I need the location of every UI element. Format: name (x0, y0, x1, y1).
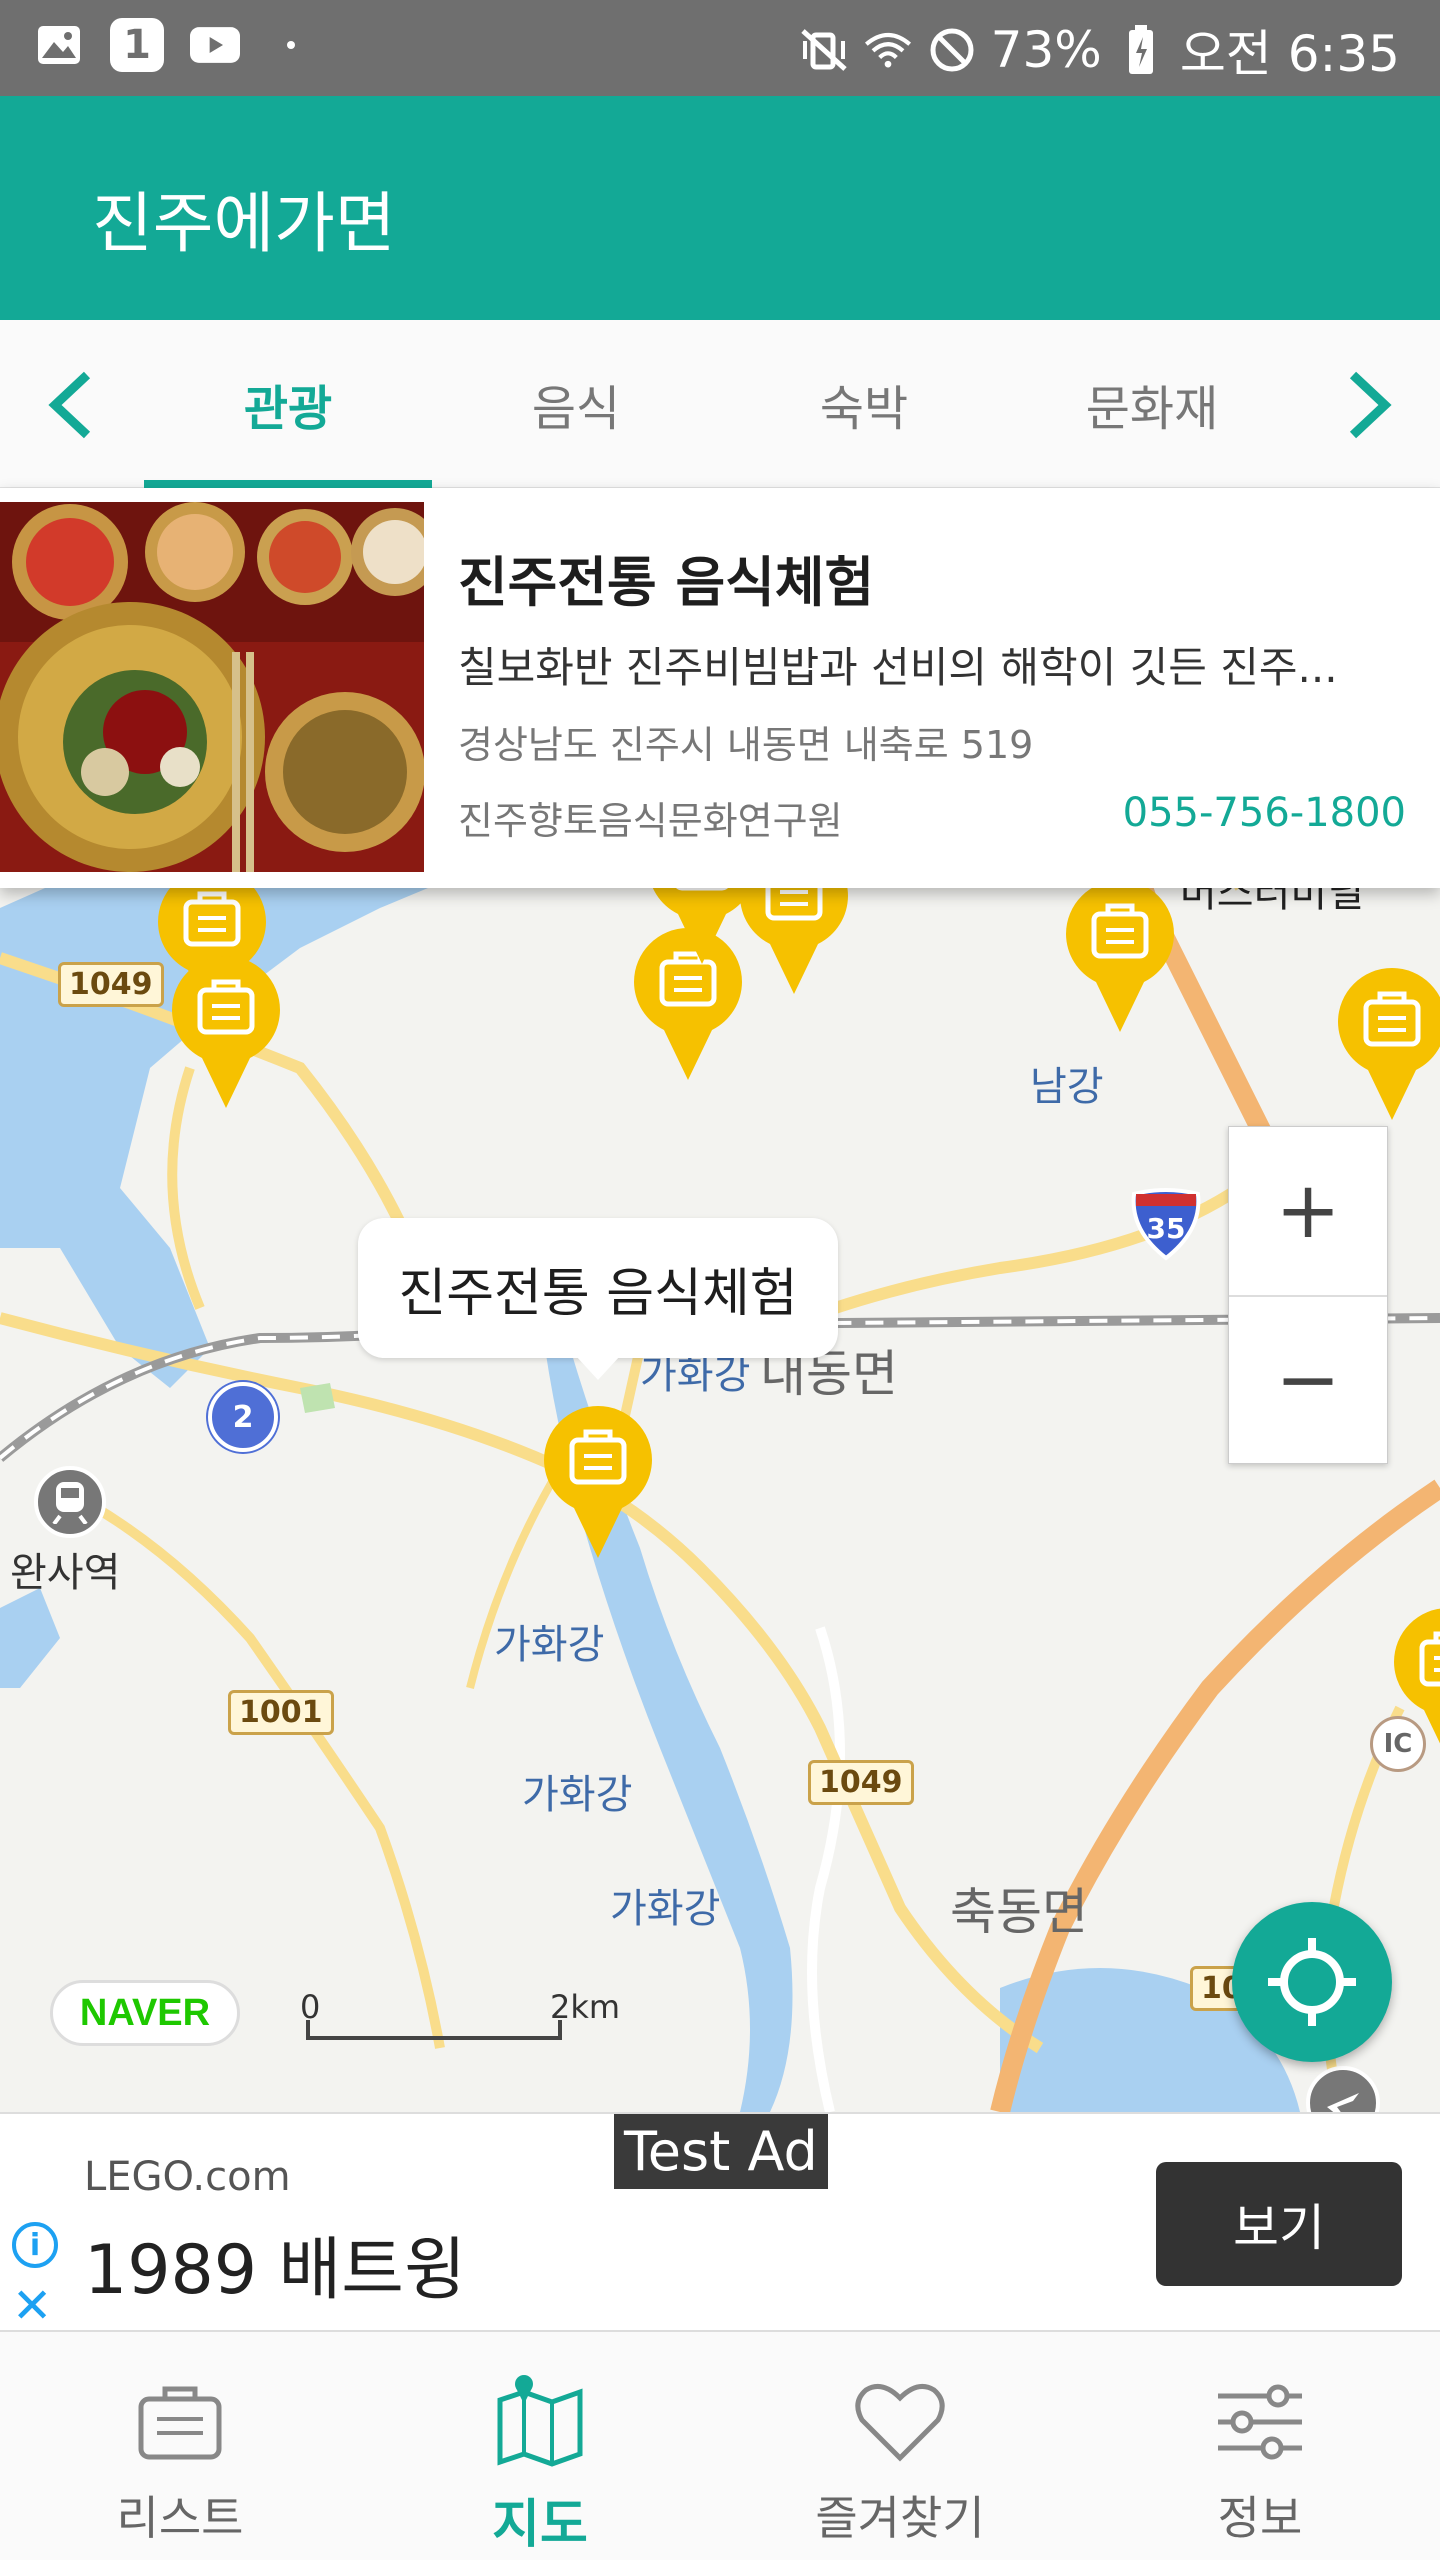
mute-vibrate-icon (799, 25, 849, 75)
plus-icon: + (1275, 1166, 1341, 1256)
heart-icon (850, 2372, 950, 2472)
minus-icon: − (1275, 1335, 1341, 1425)
tab-next-button[interactable] (1330, 360, 1410, 450)
tab-lodging[interactable]: 숙박 (720, 320, 1008, 488)
tab-tourism[interactable]: 관광 (144, 320, 432, 488)
marker-callout-label: 진주전통 음식체험 (398, 1263, 798, 1324)
place-address: 경상남도 진주시 내동면 내축로 519 (458, 723, 1034, 767)
notification-count-badge: 1 (110, 18, 164, 72)
nav-list[interactable]: 리스트 (0, 2332, 360, 2560)
zoom-controls: + − (1228, 1126, 1388, 1464)
tab-tourism-label: 관광 (243, 381, 333, 437)
zoom-out-button[interactable]: − (1229, 1295, 1387, 1463)
nav-map-label: 지도 (492, 2495, 588, 2555)
interstate-shield: 35 (1128, 1186, 1204, 1262)
category-tabs: 관광 음식 숙박 문화재 (0, 320, 1440, 488)
place-organization: 진주향토음식문화연구원 (458, 799, 843, 843)
district-label-chukdong: 축동면 (950, 1883, 1088, 1941)
station-label: 완사역 (10, 1550, 121, 1596)
ad-info-icon[interactable]: i (12, 2222, 58, 2268)
place-phone-link[interactable]: 055-756-1800 (1123, 790, 1406, 836)
chevron-left-icon (48, 371, 91, 439)
battery-percent: 73% (990, 21, 1102, 79)
dot-icon (266, 20, 316, 70)
ad-close-icon[interactable]: ✕ (12, 2278, 52, 2334)
briefcase-icon (130, 2372, 230, 2472)
road-number-1049: 1049 (58, 962, 164, 1007)
status-bar: 1 73% 오전 6:35 (0, 0, 1440, 96)
place-name: 진주전통 음식체험 (458, 551, 875, 614)
nav-info[interactable]: 정보 (1080, 2332, 1440, 2560)
marker-callout[interactable]: 진주전통 음식체험 (358, 1218, 838, 1380)
tab-prev-button[interactable] (30, 360, 110, 450)
ic-badge: IC (1370, 1716, 1426, 1772)
place-info-card[interactable]: 진주전통 음식체험 칠보화반 진주비빔밥과 선비의 해학이 깃든 진주... 경… (0, 488, 1440, 888)
train-station-icon (34, 1466, 106, 1538)
ad-cta-button[interactable]: 보기 (1156, 2162, 1402, 2286)
road-number-1001: 1001 (228, 1690, 334, 1735)
chevron-right-icon (1349, 371, 1392, 439)
river-label-namgang: 남강 (1030, 1064, 1104, 1110)
ad-cta-label: 보기 (1233, 2199, 1325, 2257)
national-road-shield: 2 (208, 1382, 278, 1452)
river-label: 가화강 (610, 1886, 721, 1932)
scale-bar (306, 2020, 562, 2040)
wifi-icon (863, 25, 913, 75)
map-icon (490, 2372, 590, 2472)
scale-start-label: 0 (300, 1988, 321, 2026)
nav-favorites[interactable]: 즐겨찾기 (720, 2332, 1080, 2560)
bottom-navigation: 리스트 지도 즐겨찾기 정보 (0, 2332, 1440, 2560)
nav-list-label: 리스트 (116, 2491, 244, 2545)
tab-food-label: 음식 (531, 381, 621, 437)
zoom-in-button[interactable]: + (1229, 1127, 1387, 1295)
nav-info-label: 정보 (1217, 2491, 1303, 2545)
block-icon (927, 25, 977, 75)
nav-favorites-label: 즐겨찾기 (815, 2491, 985, 2545)
road-number-1049: 1049 (808, 1760, 914, 1805)
tab-lodging-label: 숙박 (819, 381, 909, 437)
my-location-button[interactable] (1232, 1902, 1392, 2062)
nav-map[interactable]: 지도 (360, 2332, 720, 2560)
river-label: 가화강 (522, 1772, 633, 1818)
tab-food[interactable]: 음식 (432, 320, 720, 488)
ad-banner[interactable]: Test Ad LEGO.com 1989 배트윙 i ✕ 보기 (0, 2112, 1440, 2334)
ad-domain: LEGO.com (84, 2154, 291, 2200)
battery-icon (1116, 25, 1166, 75)
map-scale: 0 2km (300, 1988, 640, 2048)
gallery-icon (34, 20, 84, 70)
river-label: 가화강 (494, 1622, 605, 1668)
ad-headline: 1989 배트윙 (84, 2231, 467, 2310)
app-title: 진주에가면 (92, 185, 396, 262)
settings-sliders-icon (1210, 2372, 1310, 2472)
food-photo (0, 502, 424, 872)
youtube-icon (190, 20, 240, 70)
crosshair-icon (1268, 1938, 1356, 2026)
naver-logo-text: NAVER (79, 1991, 211, 2034)
clock: 오전 6:35 (1179, 25, 1400, 83)
tab-heritage[interactable]: 문화재 (1008, 320, 1296, 488)
naver-logo[interactable]: NAVER (50, 1980, 240, 2046)
tab-heritage-label: 문화재 (1085, 381, 1219, 437)
app-bar: 진주에가면 (0, 96, 1440, 320)
test-ad-tag: Test Ad (614, 2114, 828, 2189)
place-description: 칠보화반 진주비빔밥과 선비의 해학이 깃든 진주... (458, 643, 1338, 692)
